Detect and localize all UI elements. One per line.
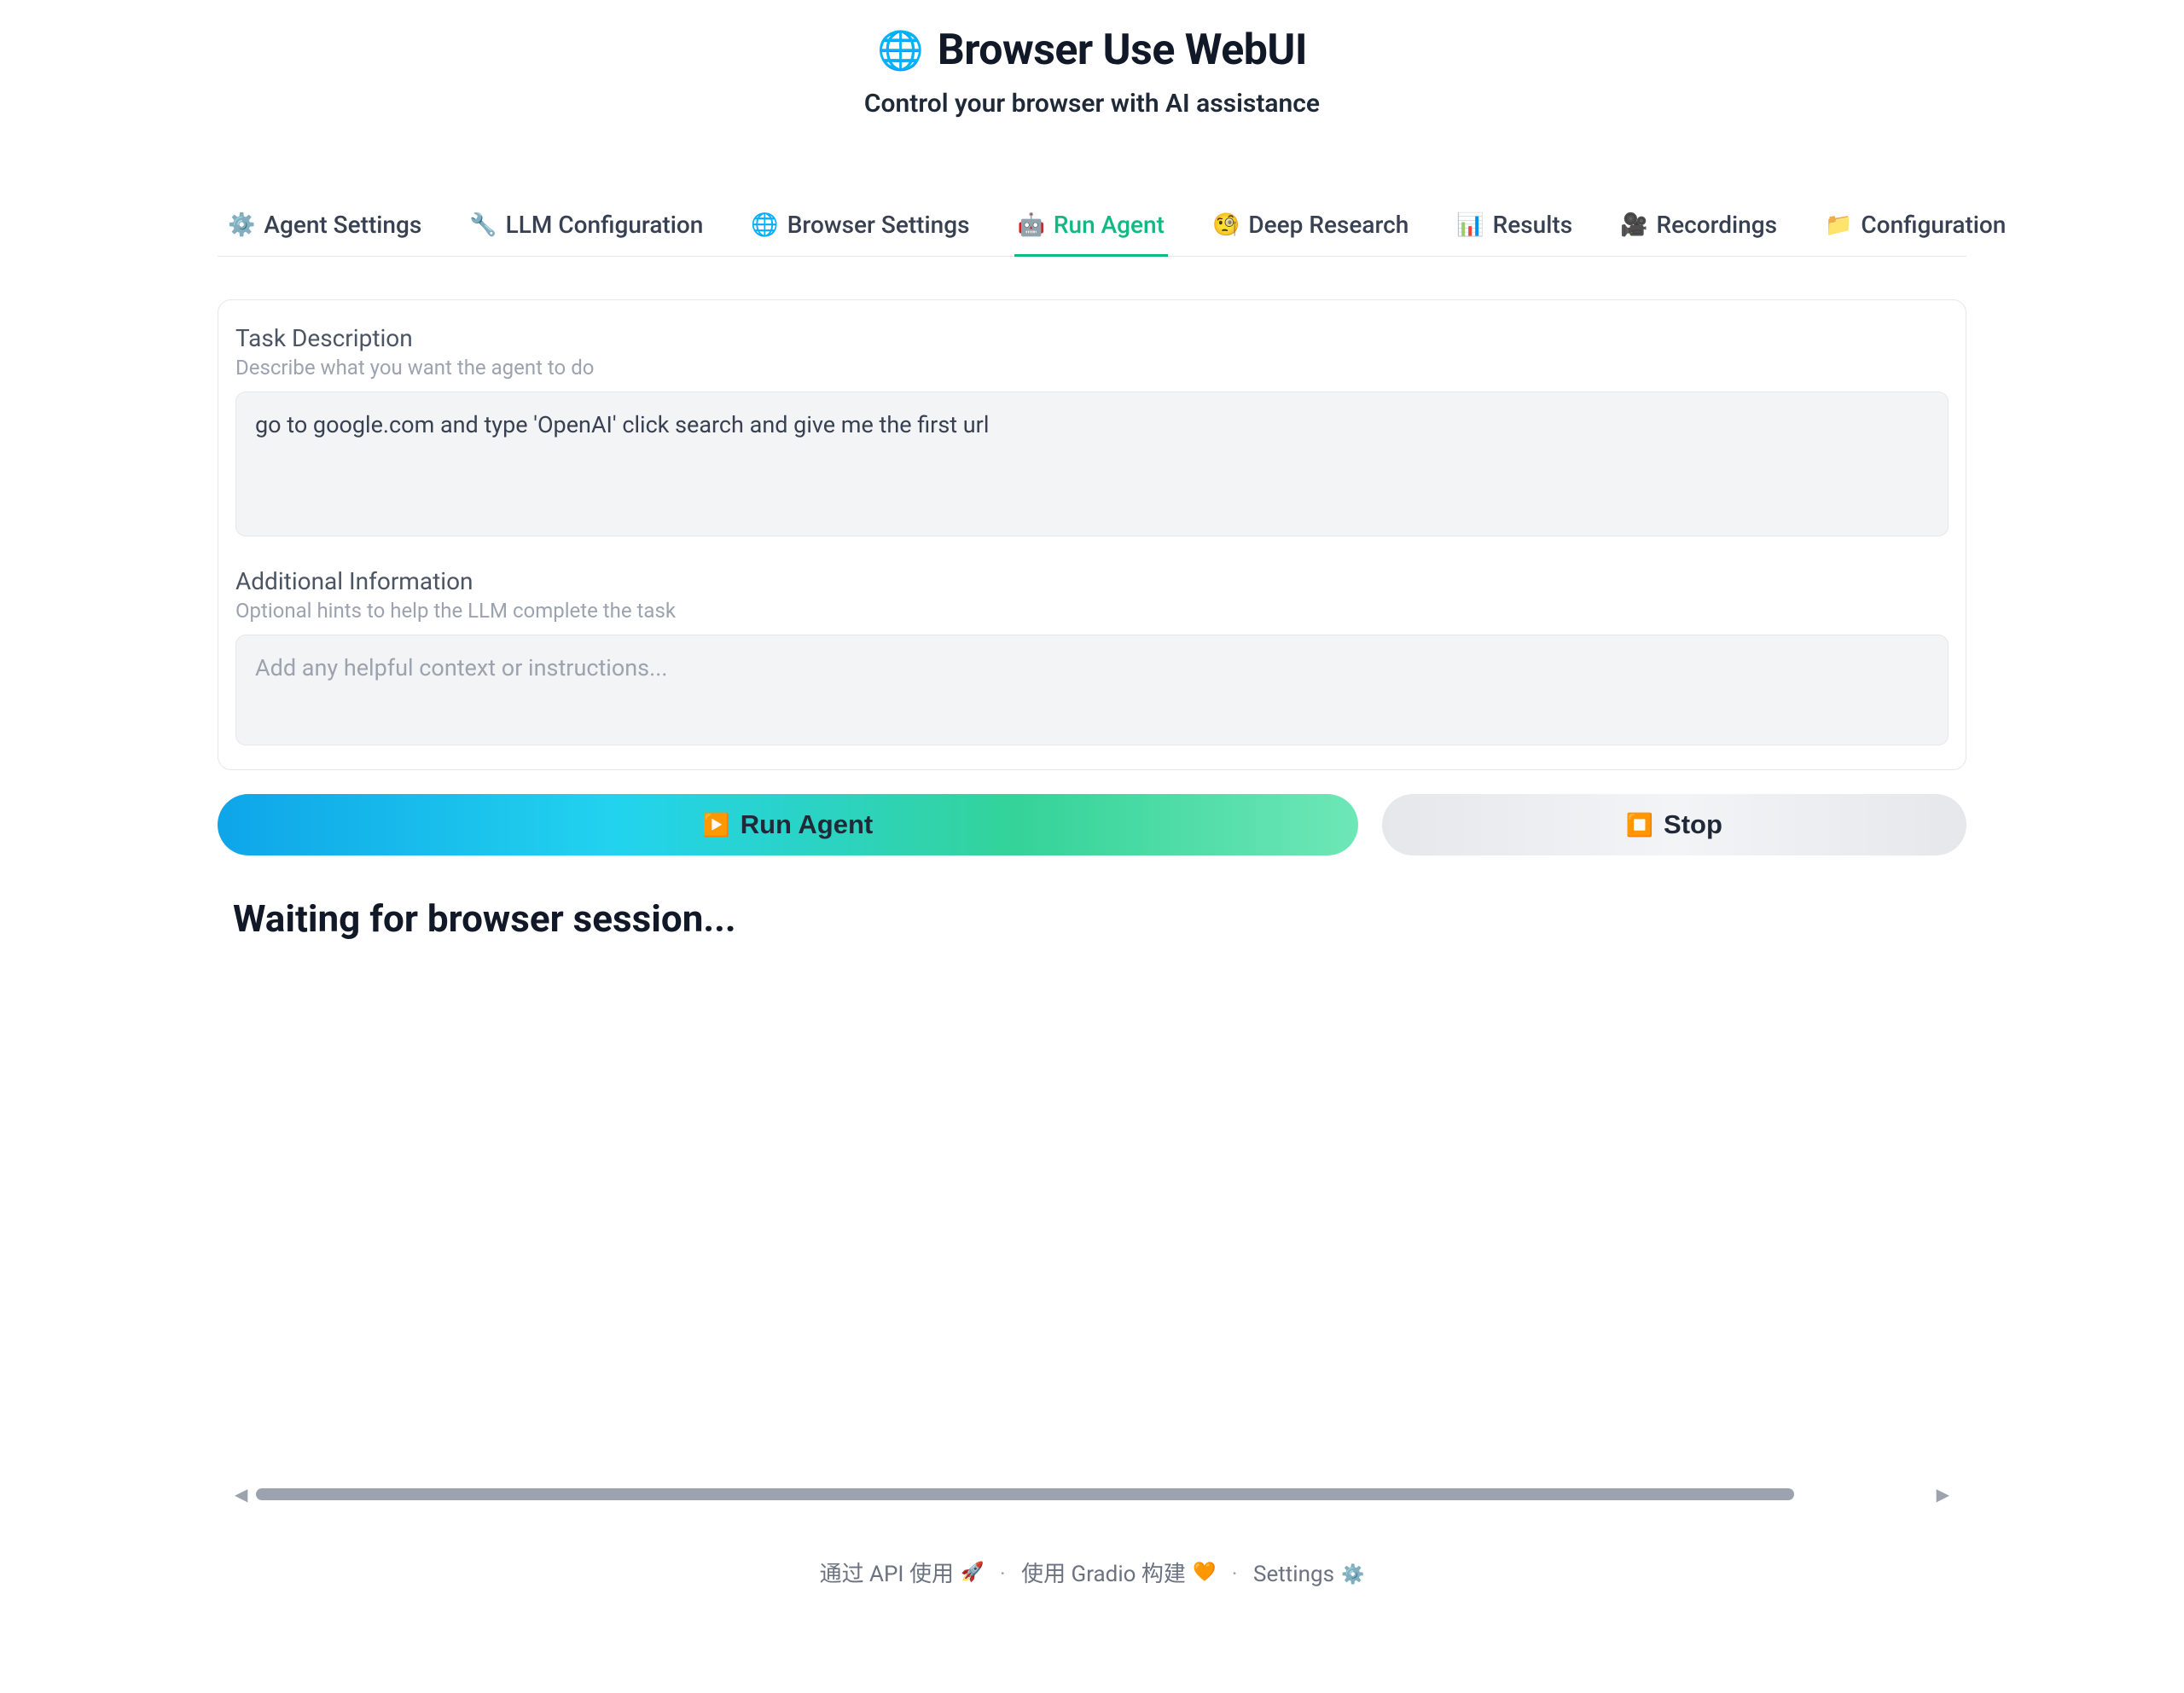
face-monocle-icon: 🧐 [1212,214,1240,236]
gear-small-icon: ⚙️ [1341,1564,1364,1586]
folder-icon: 📁 [1825,214,1852,236]
tab-configuration[interactable]: 📁 Configuration [1821,195,2009,257]
tab-agent-settings[interactable]: ⚙️ Agent Settings [224,195,425,257]
wrench-icon: 🔧 [469,214,497,236]
scroll-right-arrow-icon[interactable]: ▶ [1937,1484,1949,1505]
page-subtitle: Control your browser with AI assistance [0,89,2184,119]
tab-label: Run Agent [1054,211,1165,239]
stop-icon: ⏹️ [1626,812,1653,838]
footer-gradio-link[interactable]: 使用 Gradio 构建 🧡 [1021,1557,1216,1588]
footer-settings-label: Settings [1253,1562,1334,1587]
camera-icon: 🎥 [1620,214,1647,236]
task-description-hint: Describe what you want the agent to do [235,356,1949,380]
footer-separator: · [1000,1562,1006,1587]
tab-label: Deep Research [1248,211,1409,239]
tab-llm-configuration[interactable]: 🔧 LLM Configuration [466,195,706,257]
tabs-bar: ⚙️ Agent Settings 🔧 LLM Configuration 🌐 … [218,195,1966,257]
run-agent-button[interactable]: ▶️ Run Agent [218,794,1358,855]
run-agent-panel: Task Description Describe what you want … [218,299,1966,770]
task-description-group: Task Description Describe what you want … [235,324,1949,540]
task-description-label: Task Description [235,324,1949,352]
horizontal-scrollbar[interactable]: ◀ ▶ [235,1487,1949,1502]
tab-label: Configuration [1861,211,2006,239]
tab-label: Recordings [1656,211,1777,239]
heart-icon: 🧡 [1193,1562,1216,1583]
tab-browser-settings[interactable]: 🌐 Browser Settings [747,195,973,257]
globe-icon: 🌐 [877,32,924,69]
robot-icon: 🤖 [1018,214,1045,236]
button-row: ▶️ Run Agent ⏹️ Stop [218,794,1966,855]
rocket-icon: 🚀 [961,1562,984,1583]
stop-button-label: Stop [1664,809,1722,840]
footer-settings-link[interactable]: Settings ⚙️ [1253,1562,1364,1587]
tab-label: LLM Configuration [506,211,704,239]
footer-api-label: 通过 API 使用 [820,1557,954,1588]
stop-button[interactable]: ⏹️ Stop [1382,794,1966,855]
bar-chart-icon: 📊 [1456,214,1484,236]
scrollbar-thumb[interactable] [256,1488,1793,1500]
run-agent-button-label: Run Agent [741,809,874,840]
globe-small-icon: 🌐 [751,214,778,236]
additional-information-label: Additional Information [235,567,1949,595]
play-icon: ▶️ [702,812,729,838]
tab-label: Results [1493,211,1572,239]
tab-label: Browser Settings [787,211,970,239]
tab-deep-research[interactable]: 🧐 Deep Research [1209,195,1412,257]
header: 🌐 Browser Use WebUI Control your browser… [0,26,2184,119]
task-description-input[interactable] [235,391,1949,536]
tab-label: Agent Settings [264,211,421,239]
tab-run-agent[interactable]: 🤖 Run Agent [1014,195,1168,257]
footer: 通过 API 使用 🚀 · 使用 Gradio 构建 🧡 · Settings … [0,1557,2184,1588]
tab-recordings[interactable]: 🎥 Recordings [1617,195,1780,257]
scroll-left-arrow-icon[interactable]: ◀ [235,1484,247,1505]
status-message: Waiting for browser session... [218,896,1966,941]
additional-information-hint: Optional hints to help the LLM complete … [235,599,1949,623]
tab-results[interactable]: 📊 Results [1453,195,1576,257]
additional-information-group: Additional Information Optional hints to… [235,567,1949,749]
footer-separator: · [1232,1562,1238,1587]
footer-api-link[interactable]: 通过 API 使用 🚀 [820,1557,985,1588]
additional-information-input[interactable] [235,635,1949,745]
footer-gradio-label: 使用 Gradio 构建 [1021,1557,1186,1588]
page-title: Browser Use WebUI [938,26,1307,75]
gear-icon: ⚙️ [228,214,255,236]
scrollbar-track-bg[interactable] [256,1488,1927,1500]
